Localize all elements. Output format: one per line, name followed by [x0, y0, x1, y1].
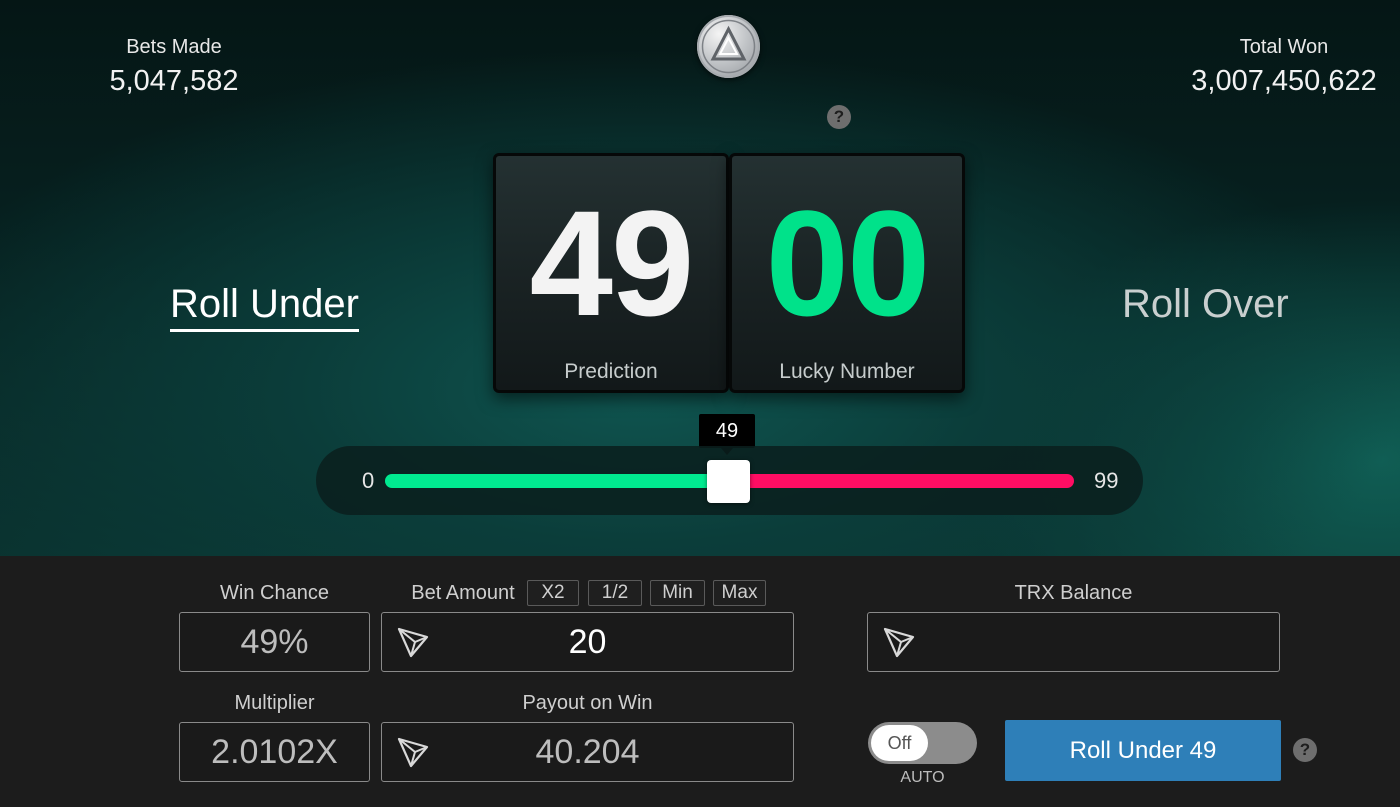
- slider-handle[interactable]: [707, 460, 750, 503]
- bets-made-label: Bets Made: [126, 36, 222, 58]
- auto-toggle-knob[interactable]: Off: [871, 725, 928, 761]
- trx-icon: [397, 627, 429, 658]
- help-icon[interactable]: ?: [827, 105, 851, 129]
- lucky-number-card: 00 Lucky Number: [729, 153, 965, 393]
- trx-icon: [883, 627, 915, 658]
- trx-balance-label: TRX Balance: [1014, 582, 1133, 604]
- ante-token-coin-icon: [697, 15, 760, 78]
- roll-under-tab[interactable]: Roll Under: [170, 282, 359, 332]
- lucky-number-value: 00: [765, 179, 931, 347]
- multiplier-field[interactable]: 2.0102X: [179, 722, 370, 782]
- bet-amount-input[interactable]: 20: [381, 612, 794, 672]
- bet-amount-value: 20: [568, 623, 607, 661]
- slider-tooltip: 49: [699, 414, 755, 455]
- max-bet-button[interactable]: Max: [713, 580, 766, 606]
- slider-track-win[interactable]: [385, 474, 729, 488]
- min-bet-button[interactable]: Min: [650, 580, 705, 606]
- roll-over-tab[interactable]: Roll Over: [1122, 282, 1289, 327]
- roll-under-button[interactable]: Roll Under 49: [1005, 720, 1281, 781]
- total-won-value: 3,007,450,622: [1191, 65, 1377, 97]
- trx-balance-field: [867, 612, 1280, 672]
- win-chance-field[interactable]: 49%: [179, 612, 370, 672]
- total-won-stat: Total Won 3,007,450,622: [1180, 36, 1388, 98]
- game-panel: Bets Made 5,047,582 Total Won 3,007,450,…: [0, 0, 1400, 556]
- auto-toggle[interactable]: Off: [868, 722, 977, 764]
- prediction-card: 49 Prediction: [493, 153, 729, 393]
- payout-label: Payout on Win: [522, 692, 653, 714]
- slider-track-lose[interactable]: [729, 474, 1074, 488]
- slider-max-label: 99: [1094, 468, 1119, 493]
- auto-label: AUTO: [900, 769, 945, 786]
- multiplier-label: Multiplier: [234, 692, 315, 714]
- bets-made-stat: Bets Made 5,047,582: [100, 36, 248, 98]
- prediction-slider[interactable]: 0 99: [316, 446, 1143, 515]
- bet-amount-label: Bet Amount: [411, 582, 515, 604]
- bets-made-value: 5,047,582: [109, 65, 239, 97]
- win-chance-label: Win Chance: [220, 582, 329, 604]
- slider-min-label: 0: [362, 468, 375, 493]
- double-bet-button[interactable]: X2: [527, 580, 579, 606]
- payout-value: 40.204: [535, 733, 640, 771]
- half-bet-button[interactable]: 1/2: [588, 580, 642, 606]
- prediction-value: 49: [529, 179, 695, 347]
- trx-icon: [397, 737, 429, 768]
- lucky-number-label: Lucky Number: [779, 360, 915, 383]
- prediction-label: Prediction: [564, 360, 658, 383]
- help-icon[interactable]: ?: [1293, 738, 1317, 762]
- payout-field: 40.204: [381, 722, 794, 782]
- total-won-label: Total Won: [1239, 36, 1329, 58]
